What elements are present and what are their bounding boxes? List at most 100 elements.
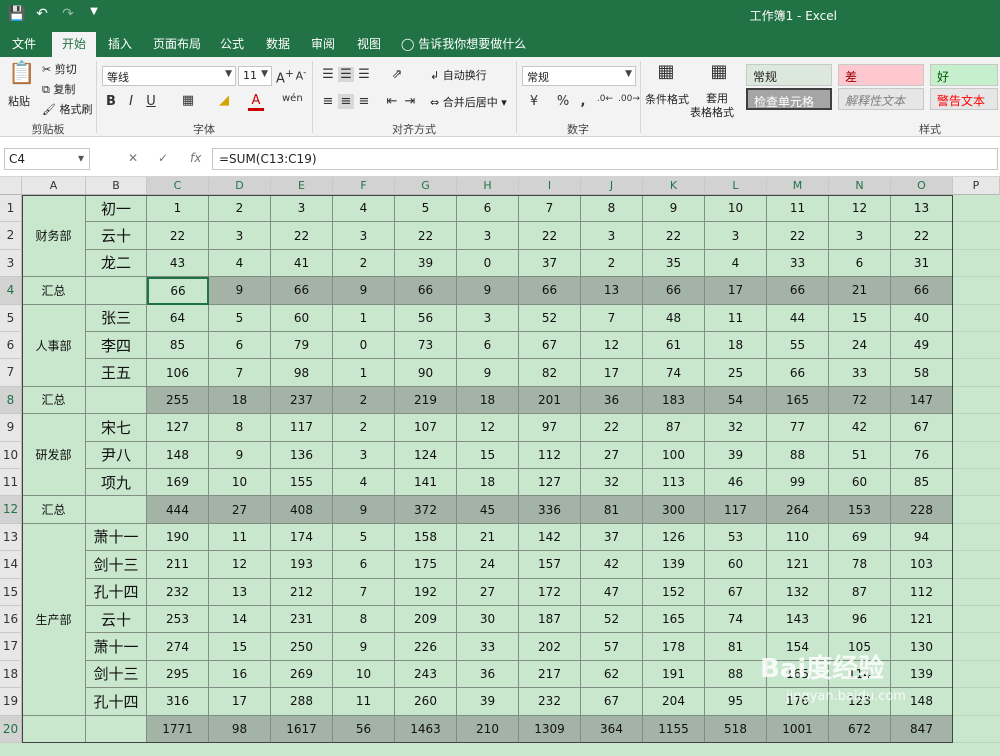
value-cell[interactable]: 112 bbox=[891, 578, 953, 606]
column-header-k[interactable]: K bbox=[643, 177, 705, 195]
value-cell[interactable]: 9 bbox=[333, 277, 395, 305]
value-cell[interactable]: 51 bbox=[829, 441, 891, 469]
align-left-icon[interactable]: ≡ bbox=[320, 94, 336, 109]
value-cell[interactable]: 10 bbox=[333, 660, 395, 689]
value-cell[interactable]: 127 bbox=[147, 414, 209, 442]
value-cell[interactable]: 67 bbox=[581, 688, 643, 716]
fill-color-icon[interactable]: ◢ bbox=[216, 93, 232, 108]
value-cell[interactable]: 1463 bbox=[395, 715, 457, 743]
value-cell[interactable]: 117 bbox=[271, 414, 333, 442]
value-cell[interactable]: 3 bbox=[209, 222, 271, 250]
empty-cell[interactable] bbox=[953, 387, 1000, 415]
value-cell[interactable]: 41 bbox=[271, 249, 333, 278]
phonetic-icon[interactable]: wén bbox=[282, 93, 303, 104]
empty-cell[interactable] bbox=[953, 442, 1000, 469]
value-cell[interactable]: 66 bbox=[767, 359, 829, 387]
value-cell[interactable]: 42 bbox=[829, 414, 891, 442]
value-cell[interactable]: 3 bbox=[705, 222, 767, 250]
value-cell[interactable]: 8 bbox=[333, 606, 395, 634]
value-cell[interactable]: 13 bbox=[581, 277, 643, 305]
employee-name-cell[interactable]: 王五 bbox=[86, 359, 147, 387]
row-header-15[interactable]: 15 bbox=[0, 578, 22, 606]
value-cell[interactable]: 11 bbox=[705, 304, 767, 332]
value-cell[interactable]: 81 bbox=[581, 496, 643, 524]
value-cell[interactable]: 1 bbox=[147, 195, 209, 223]
value-cell[interactable]: 66 bbox=[643, 277, 705, 305]
value-cell[interactable]: 33 bbox=[457, 633, 519, 661]
value-cell[interactable]: 67 bbox=[891, 414, 953, 442]
value-cell[interactable]: 3 bbox=[581, 222, 643, 250]
tab-page-layout[interactable]: 页面布局 bbox=[153, 35, 201, 52]
value-cell[interactable]: 232 bbox=[147, 578, 209, 606]
value-cell[interactable]: 172 bbox=[519, 578, 581, 606]
value-cell[interactable]: 183 bbox=[643, 386, 705, 415]
empty-cell[interactable] bbox=[953, 305, 1000, 332]
employee-name-cell[interactable]: 剑十三 bbox=[86, 551, 147, 579]
value-cell[interactable]: 209 bbox=[395, 606, 457, 634]
value-cell[interactable]: 142 bbox=[519, 523, 581, 552]
value-cell[interactable]: 202 bbox=[519, 633, 581, 661]
style-normal[interactable]: 常规 bbox=[746, 64, 832, 86]
value-cell[interactable]: 2 bbox=[333, 414, 395, 442]
value-cell[interactable]: 2 bbox=[333, 249, 395, 278]
column-header-n[interactable]: N bbox=[829, 177, 891, 195]
tab-insert[interactable]: 插入 bbox=[108, 35, 132, 52]
empty-cell[interactable] bbox=[953, 250, 1000, 278]
empty-cell[interactable] bbox=[953, 579, 1000, 606]
style-warning[interactable]: 警告文本 bbox=[930, 88, 998, 110]
value-cell[interactable]: 158 bbox=[395, 523, 457, 552]
value-cell[interactable]: 10 bbox=[209, 469, 271, 497]
row-header-18[interactable]: 18 bbox=[0, 660, 22, 689]
employee-name-cell[interactable]: 云十 bbox=[86, 222, 147, 250]
summary-label-cell[interactable]: 汇总 bbox=[22, 277, 86, 305]
value-cell[interactable]: 15 bbox=[209, 633, 271, 661]
row-header-6[interactable]: 6 bbox=[0, 332, 22, 360]
value-cell[interactable]: 143 bbox=[767, 606, 829, 634]
value-cell[interactable]: 18 bbox=[457, 386, 519, 415]
row-header-9[interactable]: 9 bbox=[0, 414, 22, 442]
value-cell[interactable]: 13 bbox=[891, 195, 953, 223]
value-cell[interactable]: 165 bbox=[643, 606, 705, 634]
table-format-icon[interactable]: ▦ bbox=[706, 61, 732, 82]
value-cell[interactable]: 64 bbox=[147, 304, 209, 332]
value-cell[interactable]: 67 bbox=[519, 332, 581, 360]
value-cell[interactable]: 3 bbox=[829, 222, 891, 250]
employee-name-cell[interactable] bbox=[86, 715, 147, 743]
value-cell[interactable]: 37 bbox=[519, 249, 581, 278]
value-cell[interactable]: 250 bbox=[271, 633, 333, 661]
value-cell[interactable]: 17 bbox=[581, 359, 643, 387]
column-header-l[interactable]: L bbox=[705, 177, 767, 195]
value-cell[interactable]: 60 bbox=[271, 304, 333, 332]
formula-input[interactable]: =SUM(C13:C19) bbox=[212, 148, 998, 170]
value-cell[interactable]: 372 bbox=[395, 496, 457, 524]
value-cell[interactable]: 444 bbox=[147, 496, 209, 524]
value-cell[interactable]: 58 bbox=[891, 359, 953, 387]
value-cell[interactable]: 148 bbox=[147, 441, 209, 469]
value-cell[interactable]: 74 bbox=[643, 359, 705, 387]
column-header-o[interactable]: O bbox=[891, 177, 953, 195]
increase-decimal-icon[interactable]: .0← bbox=[596, 94, 614, 104]
tab-review[interactable]: 审阅 bbox=[311, 35, 335, 52]
empty-cell[interactable] bbox=[953, 524, 1000, 552]
row-header-11[interactable]: 11 bbox=[0, 469, 22, 497]
value-cell[interactable]: 255 bbox=[147, 386, 209, 415]
value-cell[interactable]: 6 bbox=[209, 332, 271, 360]
column-header-b[interactable]: B bbox=[86, 177, 147, 195]
align-right-icon[interactable]: ≡ bbox=[356, 94, 372, 109]
value-cell[interactable]: 27 bbox=[581, 441, 643, 469]
summary-label-cell[interactable]: 汇总 bbox=[22, 386, 86, 415]
department-cell[interactable]: 财务部 bbox=[22, 195, 86, 278]
value-cell[interactable]: 9 bbox=[643, 195, 705, 223]
value-cell[interactable]: 12 bbox=[581, 332, 643, 360]
value-cell[interactable]: 1771 bbox=[147, 715, 209, 743]
style-check-cell[interactable]: 检查单元格 bbox=[746, 88, 832, 110]
value-cell[interactable]: 187 bbox=[519, 606, 581, 634]
align-top-icon[interactable]: ☰ bbox=[320, 67, 336, 82]
value-cell[interactable]: 60 bbox=[705, 551, 767, 579]
value-cell[interactable]: 22 bbox=[147, 222, 209, 250]
employee-name-cell[interactable]: 龙二 bbox=[86, 249, 147, 278]
comma-style-button[interactable]: , bbox=[576, 94, 590, 109]
empty-cell[interactable] bbox=[953, 195, 1000, 223]
value-cell[interactable]: 88 bbox=[705, 660, 767, 689]
value-cell[interactable]: 90 bbox=[395, 359, 457, 387]
